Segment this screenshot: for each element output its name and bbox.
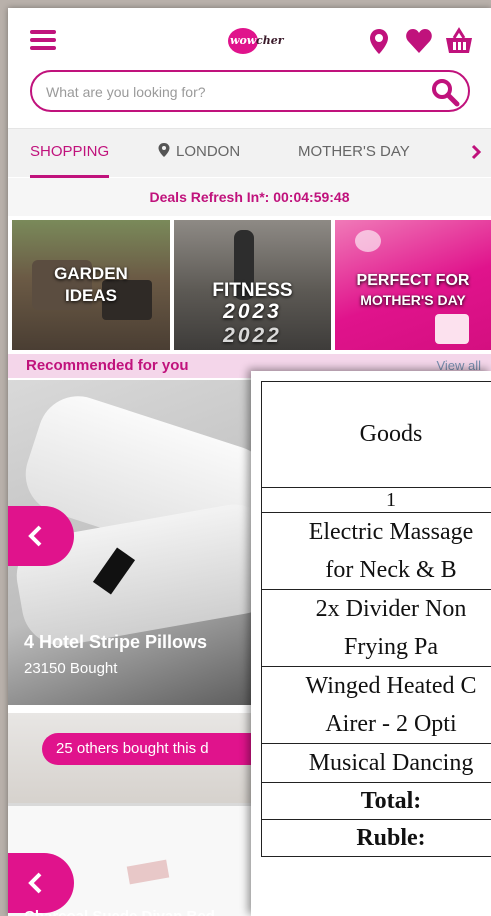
deals-refresh-label: Deals Refresh In*:	[149, 189, 274, 205]
tile-label: 2022	[223, 324, 282, 347]
goods-ruble: Ruble:	[261, 819, 491, 857]
search-input[interactable]	[44, 80, 428, 104]
tab-mothers-day[interactable]: MOTHER'S DAY	[298, 129, 410, 175]
location-pin-icon[interactable]	[364, 26, 394, 56]
location-pin-icon	[158, 143, 170, 157]
product-card[interactable]: 4 Hotel Stripe Pillows 23150 Bought	[8, 380, 251, 705]
goods-row-line: Frying Pa	[343, 634, 438, 660]
goods-row-line: 2x Divider Non	[315, 596, 467, 622]
goods-table: Goods 1 Electric Massage for Neck & B 2x…	[261, 381, 491, 857]
goods-row: 2x Divider Non Frying Pa	[261, 589, 491, 667]
product-title: 4 Hotel Stripe Pillows	[24, 632, 208, 652]
category-tabs: SHOPPING LONDON MOTHER'S DAY	[8, 128, 491, 178]
tile-garden-ideas[interactable]: GARDEN IDEAS	[12, 220, 170, 350]
tab-london-label: LONDON	[176, 143, 241, 160]
goods-row-line: Electric Massage	[308, 519, 474, 545]
product-card[interactable]: 25 others bought this d Charcoal Suede D…	[8, 713, 251, 916]
tile-label: FITNESS	[212, 280, 293, 301]
recommended-title: Recommended for you	[26, 357, 189, 374]
tab-london[interactable]: LONDON	[158, 129, 240, 175]
goods-table-overlay: Goods 1 Electric Massage for Neck & B 2x…	[251, 371, 491, 916]
deals-timer: 00:04:59:48	[273, 189, 350, 205]
goods-row: Winged Heated C Airer - 2 Opti	[261, 666, 491, 744]
product-title: Charcoal Suede Divan Bed	[24, 908, 215, 916]
search-bar	[30, 70, 470, 112]
deals-refresh-banner: Deals Refresh In*: 00:04:59:48	[8, 178, 491, 216]
tile-label: GARDEN	[54, 264, 128, 283]
tile-mothers-day[interactable]: PERFECT FOR MOTHER'S DAY	[335, 220, 491, 350]
bought-badge: 25 others bought this d	[42, 733, 251, 765]
previous-button[interactable]	[8, 506, 74, 566]
basket-icon[interactable]	[444, 26, 474, 56]
menu-icon[interactable]	[30, 30, 56, 50]
logo-text-2: cher	[256, 34, 284, 47]
goods-row-line: for Neck & B	[325, 557, 457, 583]
tile-label: IDEAS	[65, 286, 117, 305]
goods-row: Electric Massage for Neck & B	[261, 512, 491, 590]
goods-total: Total:	[261, 782, 491, 820]
goods-row-line: Winged Heated C	[305, 673, 477, 699]
goods-row-line: Musical Dancing	[308, 750, 474, 776]
chevron-left-icon	[28, 872, 42, 894]
previous-button[interactable]	[8, 853, 74, 913]
ruble-label: Ruble:	[356, 824, 426, 851]
tile-label: PERFECT FOR	[356, 272, 470, 289]
goods-index: 1	[261, 487, 491, 513]
search-icon[interactable]	[430, 77, 460, 107]
tile-label: MOTHER'S DAY	[360, 292, 466, 308]
category-tiles: GARDEN IDEAS FITNESS 2023 2022 PERFECT F…	[8, 220, 491, 350]
heart-icon[interactable]	[404, 26, 434, 56]
tile-label: 2023	[223, 300, 282, 323]
goods-header: Goods	[261, 381, 491, 488]
chevron-right-icon[interactable]	[467, 143, 485, 161]
logo-text: wow	[230, 34, 257, 47]
goods-row-line: Airer - 2 Opti	[325, 711, 457, 737]
app-frame: wow cher SHOPPING LONDON	[8, 8, 491, 916]
tab-shopping[interactable]: SHOPPING	[30, 129, 110, 178]
product-bought-count: 23150 Bought	[24, 660, 118, 677]
goods-row: Musical Dancing	[261, 743, 491, 783]
chevron-left-icon	[28, 525, 42, 547]
tile-fitness[interactable]: FITNESS 2023 2022	[174, 220, 331, 350]
total-label: Total:	[360, 787, 422, 814]
header: wow cher	[8, 8, 491, 128]
wowcher-logo[interactable]: wow cher	[228, 28, 288, 54]
